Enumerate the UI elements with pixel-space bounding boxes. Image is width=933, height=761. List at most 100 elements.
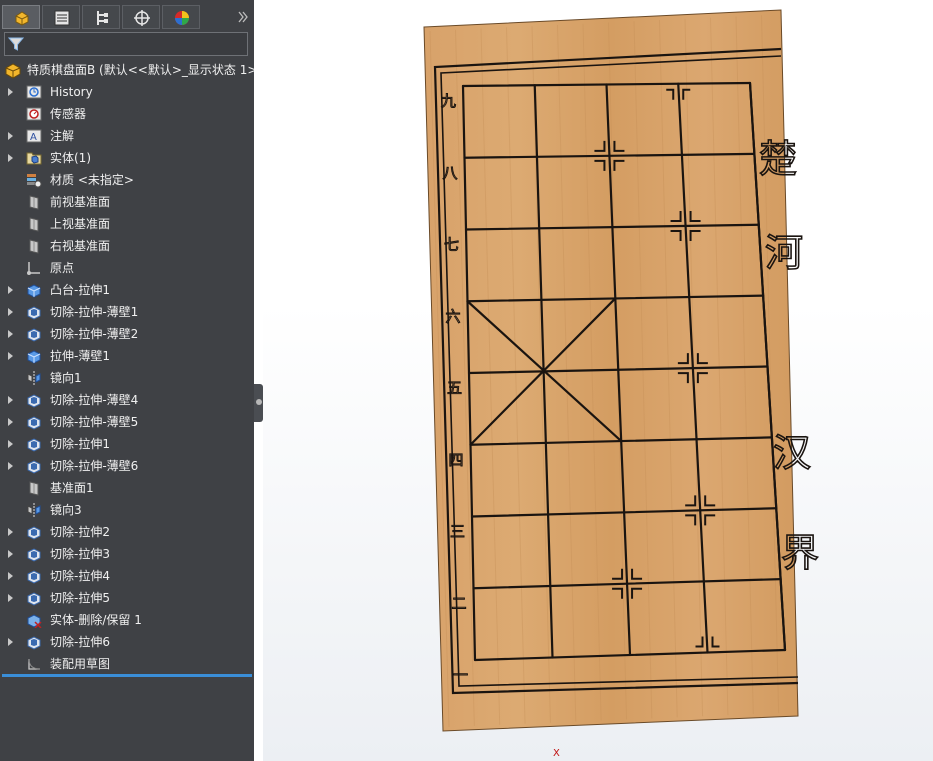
tree-item[interactable]: 右视基准面	[0, 235, 254, 257]
boss-extrude-icon	[27, 284, 41, 298]
cut-extrude-icon	[27, 548, 41, 562]
chess-board-model[interactable]: 九八七六五四三二一 楚河汉界	[263, 0, 933, 761]
tree-item[interactable]: 切除-拉伸-薄壁1	[0, 301, 254, 323]
chevron-right-icon[interactable]	[236, 10, 250, 24]
file-numeral: 一	[453, 666, 468, 684]
tree-item[interactable]: A 注解	[0, 125, 254, 147]
tree-item[interactable]: 切除-拉伸1	[0, 433, 254, 455]
expand-arrow-icon[interactable]	[8, 572, 13, 580]
filter-icon	[8, 37, 24, 51]
solid-bodies-icon	[26, 152, 42, 165]
tree-item[interactable]: 前视基准面	[0, 191, 254, 213]
tree-item[interactable]: 原点	[0, 257, 254, 279]
delete-body-icon	[27, 614, 42, 628]
tree-item[interactable]: 切除-拉伸-薄壁2	[0, 323, 254, 345]
file-numeral: 四	[449, 451, 464, 469]
panel-tab-bar	[0, 4, 254, 30]
tree-item[interactable]: 传感器	[0, 103, 254, 125]
expand-arrow-icon[interactable]	[8, 352, 13, 360]
tree-item[interactable]: 实体-删除/保留 1	[0, 609, 254, 631]
tree-item[interactable]: 切除-拉伸-薄壁4	[0, 389, 254, 411]
tab-feature-manager[interactable]	[2, 5, 40, 29]
tree-item-label: 切除-拉伸3	[50, 547, 110, 561]
tab-dimxpert-manager[interactable]	[122, 5, 160, 29]
tree-item-label: 切除-拉伸-薄壁6	[50, 459, 139, 473]
expand-arrow-icon[interactable]	[8, 308, 13, 316]
file-numeral: 三	[450, 523, 465, 541]
tree-item[interactable]: 切除-拉伸-薄壁5	[0, 411, 254, 433]
expand-arrow-icon[interactable]	[8, 88, 13, 96]
tree-item-label: 实体(1)	[50, 151, 91, 165]
tree-item-label: 前视基准面	[50, 195, 111, 209]
viewport-overlay	[781, 0, 933, 761]
expand-arrow-icon[interactable]	[8, 528, 13, 536]
material-icon	[27, 174, 42, 188]
river-character: 河	[765, 231, 803, 275]
tree-item-label: 切除-拉伸-薄壁4	[50, 393, 139, 407]
tab-display-manager[interactable]	[162, 5, 200, 29]
expand-arrow-icon[interactable]	[8, 154, 13, 162]
handle-dot-icon	[256, 399, 262, 405]
expand-arrow-icon[interactable]	[8, 638, 13, 646]
display-manager-icon	[175, 11, 189, 25]
graphics-viewport[interactable]: 九八七六五四三二一 楚河汉界 X	[263, 0, 933, 761]
tree-item[interactable]: 切除-拉伸5	[0, 587, 254, 609]
sketch-icon	[28, 658, 41, 670]
tree-item[interactable]: 实体(1)	[0, 147, 254, 169]
tree-item-label: 右视基准面	[50, 239, 111, 253]
file-numeral: 九	[441, 92, 456, 110]
expand-arrow-icon[interactable]	[8, 462, 13, 470]
tree-item-label: 材质 <未指定>	[50, 173, 134, 187]
tab-configuration-manager[interactable]	[82, 5, 120, 29]
cut-extrude-icon	[27, 526, 41, 540]
annotation-icon: A	[26, 129, 42, 143]
tree-item[interactable]: History	[0, 81, 254, 103]
tree-item[interactable]: 切除-拉伸-薄壁6	[0, 455, 254, 477]
tree-item-label: 传感器	[50, 107, 87, 121]
tree-item[interactable]: 材质 <未指定>	[0, 169, 254, 191]
cut-extrude-icon	[27, 394, 41, 408]
tree-item[interactable]: 镜向3	[0, 499, 254, 521]
cut-extrude-icon	[27, 438, 41, 452]
cut-extrude-icon	[27, 416, 41, 430]
expand-arrow-icon[interactable]	[8, 594, 13, 602]
plane-icon	[29, 217, 39, 232]
expand-arrow-icon[interactable]	[8, 440, 13, 448]
feature-manager-panel: 特质棋盘面B (默认<<默认>_显示状态 1> History 传感器 A 注解实体(…	[0, 0, 254, 761]
rollback-bar[interactable]	[2, 674, 252, 677]
tree-item-label: 切除-拉伸6	[50, 635, 110, 649]
tab-property-manager[interactable]	[42, 5, 80, 29]
tree-filter-input[interactable]	[4, 32, 248, 56]
tree-item[interactable]: 基准面1	[0, 477, 254, 499]
tree-item[interactable]: 凸台-拉伸1	[0, 279, 254, 301]
river-character: 楚	[759, 137, 797, 181]
feature-tree: History 传感器 A 注解实体(1) 材质 <未指定> 前视基准面上视基准面右视基准…	[0, 81, 254, 675]
file-numeral: 八	[443, 164, 458, 182]
tree-item[interactable]: 装配用草图	[0, 653, 254, 675]
tree-root-part[interactable]: 特质棋盘面B (默认<<默认>_显示状态 1>	[0, 59, 254, 81]
tree-item[interactable]: 上视基准面	[0, 213, 254, 235]
expand-arrow-icon[interactable]	[8, 330, 13, 338]
file-numeral: 二	[452, 594, 467, 612]
tree-item[interactable]: 切除-拉伸2	[0, 521, 254, 543]
tree-item-label: 凸台-拉伸1	[50, 283, 110, 297]
expand-arrow-icon[interactable]	[8, 132, 13, 140]
tree-item-label: 注解	[50, 129, 75, 143]
expand-arrow-icon[interactable]	[8, 286, 13, 294]
tree-item-label: 切除-拉伸4	[50, 569, 110, 583]
tree-item[interactable]: 切除-拉伸6	[0, 631, 254, 653]
sensor-icon	[26, 107, 42, 121]
cut-extrude-icon	[27, 570, 41, 584]
plane-icon	[29, 195, 39, 210]
tree-item[interactable]: 镜向1	[0, 367, 254, 389]
expand-arrow-icon[interactable]	[8, 418, 13, 426]
tree-item-label: 切除-拉伸2	[50, 525, 110, 539]
tree-root-label: 特质棋盘面B (默认<<默认>_显示状态 1>	[27, 63, 254, 77]
property-manager-icon	[54, 10, 70, 26]
tree-item[interactable]: 拉伸-薄壁1	[0, 345, 254, 367]
panel-collapse-handle[interactable]	[254, 384, 263, 422]
expand-arrow-icon[interactable]	[8, 550, 13, 558]
tree-item[interactable]: 切除-拉伸3	[0, 543, 254, 565]
tree-item[interactable]: 切除-拉伸4	[0, 565, 254, 587]
expand-arrow-icon[interactable]	[8, 396, 13, 404]
